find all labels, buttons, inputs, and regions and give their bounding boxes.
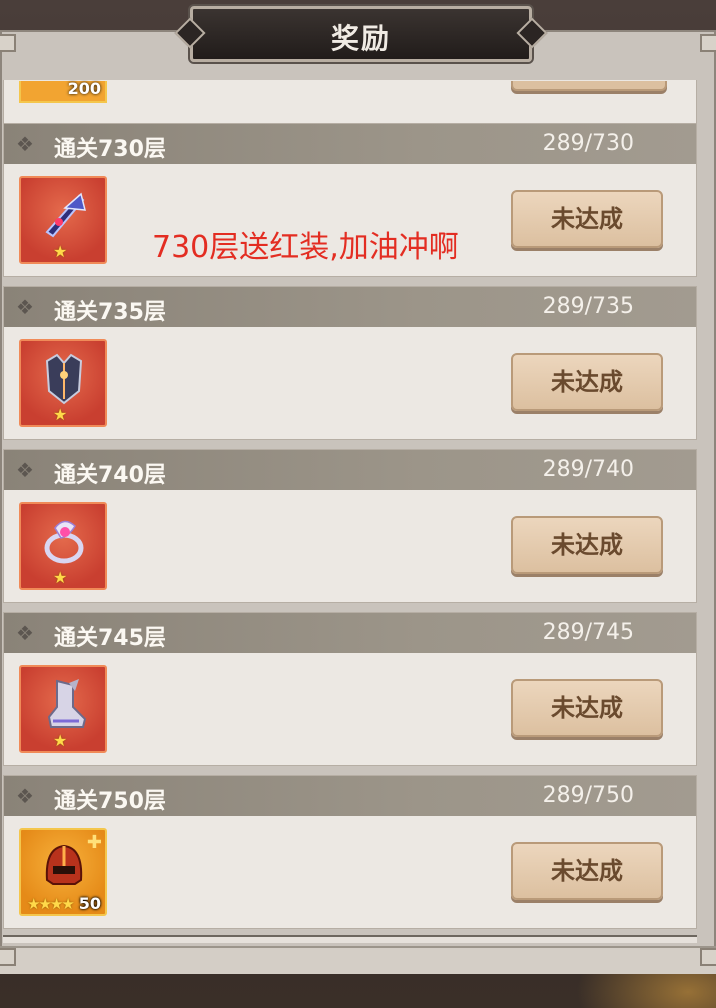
reward-item-icon[interactable]: ★ bbox=[19, 176, 107, 264]
not-achieved-button[interactable]: 未达成 bbox=[511, 190, 663, 248]
reward-card-header: ❖ 通关740层 289/740 bbox=[4, 450, 696, 490]
star-rating-icon: ★★★★ bbox=[27, 895, 75, 913]
diamond-bullet-icon: ❖ bbox=[16, 295, 34, 319]
reward-title: 通关735层 bbox=[54, 300, 166, 325]
page-title: 奖励 bbox=[330, 22, 391, 55]
star-icon: ★ bbox=[53, 568, 68, 587]
fragment-plus-icon: ✚ bbox=[86, 832, 102, 853]
helmet-icon bbox=[45, 844, 83, 885]
reward-item-partial[interactable]: 200 bbox=[19, 80, 107, 103]
diamond-bullet-icon: ❖ bbox=[16, 458, 34, 482]
not-achieved-button[interactable]: 未达成 bbox=[511, 842, 663, 900]
item-count: 50 bbox=[78, 894, 101, 913]
boots-icon bbox=[47, 679, 87, 728]
star-icon: ★ bbox=[53, 405, 68, 424]
reward-card: ❖ 通关750层 289/750 ✚ ★★★★ 50 未达成 bbox=[3, 775, 697, 929]
armor-chest-icon bbox=[45, 353, 83, 405]
list-bottom-divider bbox=[3, 935, 697, 943]
reward-title: 通关750层 bbox=[54, 789, 166, 814]
star-icon: ★ bbox=[53, 242, 68, 261]
reward-item-icon[interactable]: ★ bbox=[19, 502, 107, 590]
diamond-bullet-icon: ❖ bbox=[16, 132, 34, 156]
claim-button-partial[interactable] bbox=[511, 81, 667, 91]
not-achieved-button[interactable]: 未达成 bbox=[511, 353, 663, 411]
reward-card: ❖ 通关740层 289/740 ★ 未达成 bbox=[3, 449, 697, 603]
reward-card-partial: 200 bbox=[3, 80, 697, 126]
corner-ornament-top-left bbox=[0, 34, 16, 52]
diamond-bullet-icon: ❖ bbox=[16, 621, 34, 645]
diamond-bullet-icon: ❖ bbox=[16, 784, 34, 808]
item-count: 200 bbox=[67, 80, 101, 98]
not-achieved-button[interactable]: 未达成 bbox=[511, 516, 663, 574]
reward-progress: 289/740 bbox=[542, 457, 634, 482]
blade-weapon-icon bbox=[45, 192, 86, 238]
panel-bottom-frame bbox=[0, 946, 716, 974]
reward-item-icon[interactable]: ★ bbox=[19, 665, 107, 753]
reward-card: ❖ 通关745层 289/745 ★ 未达成 bbox=[3, 612, 697, 766]
star-icon: ★ bbox=[53, 731, 68, 750]
reward-progress: 289/745 bbox=[542, 620, 634, 645]
ring-icon bbox=[44, 520, 84, 564]
reward-progress: 289/730 bbox=[542, 131, 634, 156]
reward-card-header: ❖ 通关745层 289/745 bbox=[4, 613, 696, 653]
reward-progress: 289/750 bbox=[542, 783, 634, 808]
reward-item-icon[interactable]: ✚ ★★★★ 50 bbox=[19, 828, 107, 916]
reward-card-header: ❖ 通关730层 289/730 bbox=[4, 124, 696, 164]
reward-title: 通关740层 bbox=[54, 463, 166, 488]
reward-progress: 289/735 bbox=[542, 294, 634, 319]
not-achieved-button[interactable]: 未达成 bbox=[511, 679, 663, 737]
reward-item-icon[interactable]: ★ bbox=[19, 339, 107, 427]
reward-list[interactable]: 200 ❖ 通关730层 289/730 ★ 未达成 ❖ 通关735层 289/… bbox=[3, 80, 697, 938]
title-bar: 奖励 bbox=[174, 6, 548, 62]
reward-card-header: ❖ 通关750层 289/750 bbox=[4, 776, 696, 816]
corner-ornament-bottom-right bbox=[700, 948, 716, 966]
corner-ornament-bottom-left bbox=[0, 948, 16, 966]
reward-title: 通关745层 bbox=[54, 626, 166, 651]
reward-card: ❖ 通关735层 289/735 ★ 未达成 bbox=[3, 286, 697, 440]
overlay-annotation-text: 730层送红装,加油冲啊 bbox=[152, 230, 459, 265]
corner-ornament-top-right bbox=[700, 34, 716, 52]
reward-card-header: ❖ 通关735层 289/735 bbox=[4, 287, 696, 327]
reward-title: 通关730层 bbox=[54, 137, 166, 162]
